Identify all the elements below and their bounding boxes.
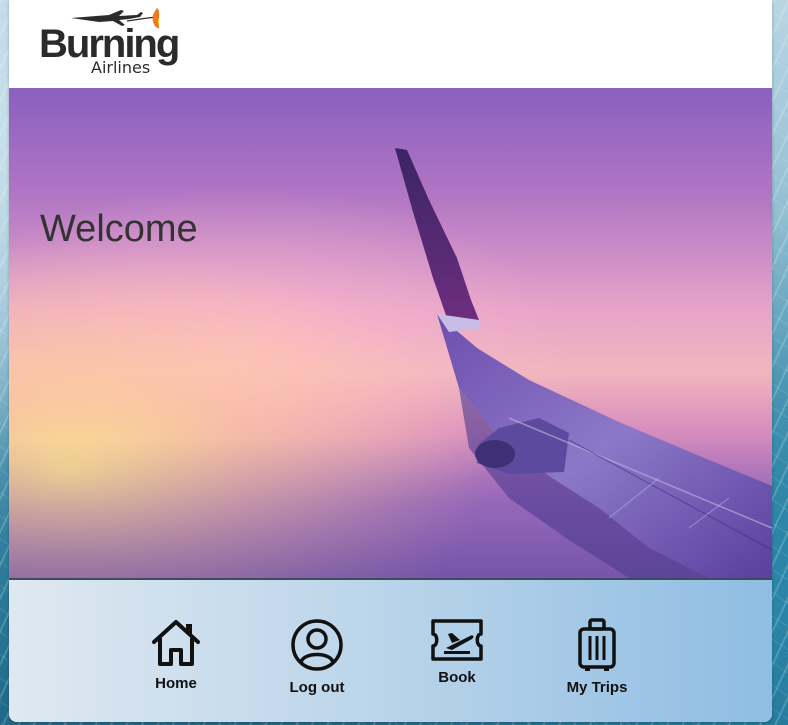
suitcase-icon xyxy=(578,618,616,671)
brand-subtitle: Airlines xyxy=(91,58,151,77)
brand-logo[interactable]: Burning Airlines xyxy=(39,6,184,78)
nav-item-logout[interactable]: Log out xyxy=(262,618,372,696)
nav-item-home[interactable]: Home xyxy=(121,618,231,692)
bottom-navigation: Home Log out Book My Trips xyxy=(9,580,772,722)
app-window: Burning Airlines Welcome Home Log out Bo… xyxy=(9,0,772,722)
nav-label-logout: Log out xyxy=(289,679,345,696)
nav-label-home: Home xyxy=(155,675,197,692)
hero-banner: Welcome xyxy=(9,88,772,578)
user-circle-icon xyxy=(291,619,343,671)
nav-item-my-trips[interactable]: My Trips xyxy=(542,618,652,696)
airplane-wing-image xyxy=(395,148,772,578)
home-icon xyxy=(152,620,200,666)
welcome-heading: Welcome xyxy=(40,208,198,250)
nav-label-book: Book xyxy=(438,669,476,686)
header: Burning Airlines xyxy=(9,0,772,88)
nav-item-book[interactable]: Book xyxy=(402,618,512,686)
nav-label-my-trips: My Trips xyxy=(566,679,628,696)
ticket-plane-icon xyxy=(431,619,483,661)
